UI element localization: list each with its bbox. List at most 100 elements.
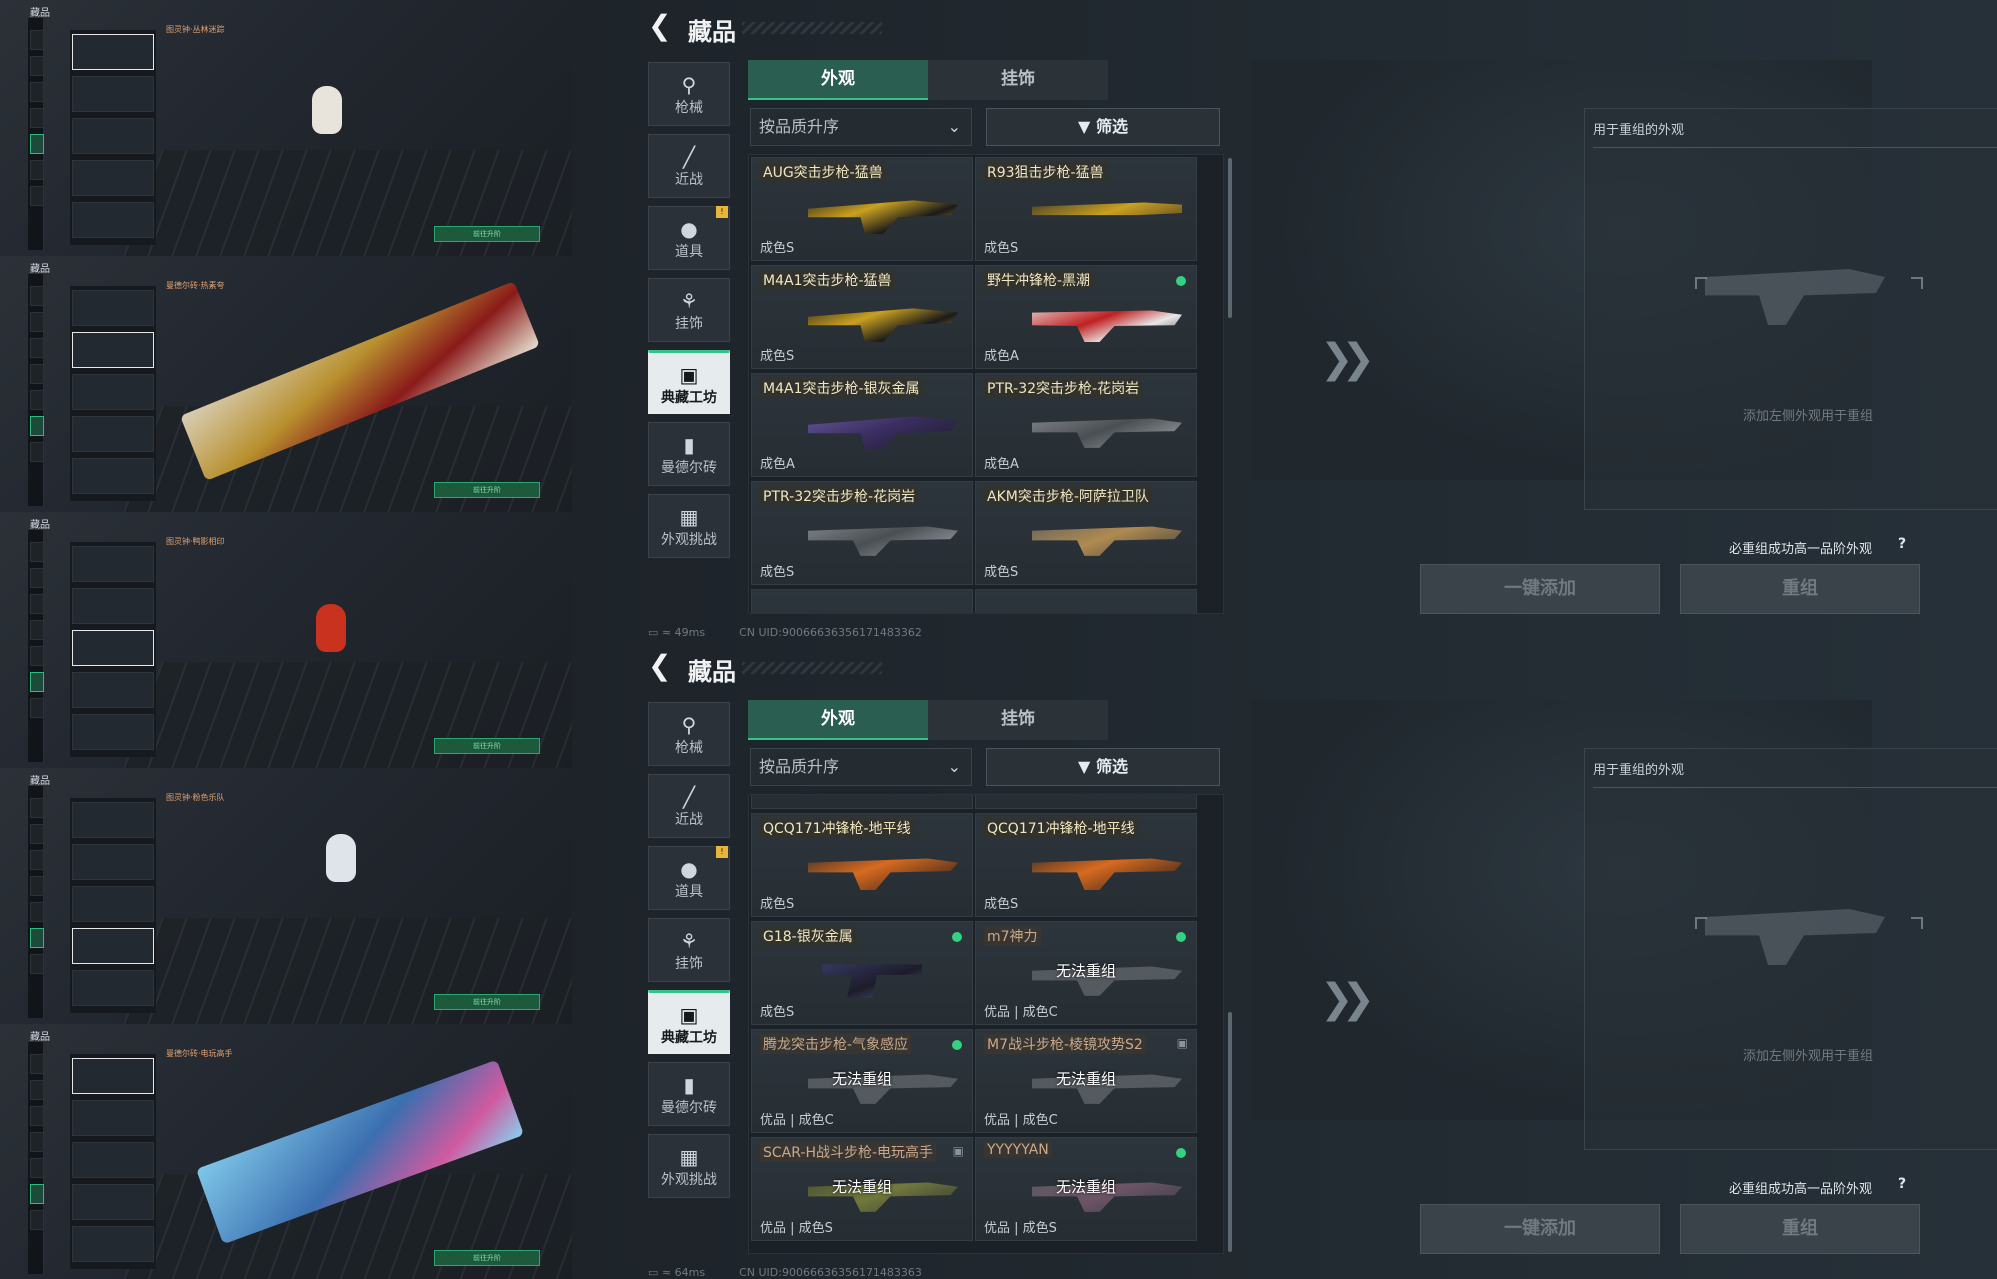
thumb-header: 藏品 [30,776,50,787]
skin-card[interactable]: M7战斗步枪-棱镜攻势S2 ▣ 无法重组 优品 | 成色C [975,1029,1197,1133]
filter-button[interactable]: ▼ 筛选 [986,108,1220,146]
tab-appearance[interactable]: 外观 [748,700,928,740]
skin-card[interactable]: M4A1突击步枪-猛兽 成色S [751,265,973,369]
grenade-icon: ● [680,857,698,881]
notification-badge: ! [716,846,728,858]
skin-card[interactable]: SCAR-H战斗步枪-电玩高手 ▣ 无法重组 优品 | 成色S [751,1137,973,1241]
category-workshop[interactable]: ▣ 典藏工坊 [648,990,730,1054]
go-upgrade-button[interactable]: 前往升阶 [434,994,540,1010]
chevron-right-double-icon: ❯❯ [1320,976,1375,1022]
go-upgrade-button[interactable]: 前往升阶 [434,482,540,498]
skin-card[interactable] [975,795,1197,809]
filter-icon: ▼ [1078,117,1091,136]
recombine-panel[interactable]: 用于重组的外观 添加左侧外观用于重组 [1584,748,1997,1150]
recombine-header: 用于重组的外观 [1593,763,1685,778]
tab-charms[interactable]: 挂饰 [928,700,1108,740]
recombine-button[interactable]: 重组 [1680,564,1920,614]
placeholder-weapon-icon [1705,909,1885,965]
skin-card[interactable]: AUG突击步枪-猛兽 成色S [751,157,973,261]
sort-dropdown[interactable]: 按品质升序 ⌄ [750,748,972,786]
notification-badge: ! [716,206,728,218]
charm-figure [312,86,342,134]
recombine-hint: 必重组成功高一品阶外观 [1729,542,1873,557]
go-upgrade-button[interactable]: 前往升阶 [434,1250,540,1266]
category-melee[interactable]: ╱ 近战 [648,134,730,198]
recombine-button[interactable]: 重组 [1680,1204,1920,1254]
skin-card[interactable]: PTR-32突击步枪-花岗岩 成色A [975,373,1197,477]
pistol-icon: ⚲ [681,713,697,737]
pistol-icon: ⚲ [681,73,697,97]
skin-card[interactable]: 腾龙突击步枪-气象感应 无法重组 优品 | 成色C [751,1029,973,1133]
page-title: 藏品 [688,658,736,686]
category-charms[interactable]: ⚘ 挂饰 [648,278,730,342]
category-charms[interactable]: ⚘ 挂饰 [648,918,730,982]
thumbnail-1[interactable]: 藏品 图灵钟·丛林迷踪 前往升阶 [0,0,572,256]
skin-card[interactable]: QCQ171冲锋枪-地平线 成色S [975,813,1197,917]
category-skin-challenge[interactable]: ▦ 外观挑战 [648,1134,730,1198]
status-dot [952,932,962,942]
category-workshop[interactable]: ▣ 典藏工坊 [648,350,730,414]
weapon-image [808,200,958,234]
workshop-icon: ▣ [679,1003,699,1027]
grenade-icon: ● [680,217,698,241]
thumbnail-5[interactable]: 藏品 曼德尔砖·电玩高手 前往升阶 [0,1024,572,1279]
category-mandel-brick[interactable]: ▮ 曼德尔砖 [648,1062,730,1126]
lock-icon: ▣ [1176,1036,1188,1050]
tab-appearance[interactable]: 外观 [748,60,928,100]
skin-card[interactable]: R93狙击步枪-猛兽 成色S [975,157,1197,261]
back-arrow-icon[interactable]: ❮ [648,12,676,42]
grid-scrollbar[interactable] [1228,1012,1232,1252]
thumbnail-2[interactable]: 藏品 曼德尔砖·热素夸 前往升阶 [0,256,572,512]
chevron-down-icon: ⌄ [947,117,961,136]
weapon-image [1032,202,1182,216]
charm-icon: ⚘ [680,289,698,313]
category-guns[interactable]: ⚲ 枪械 [648,62,730,126]
status-bar: ▭ ≈ 64ms CN UID:9006663635617148336​3 [648,1266,922,1279]
help-icon[interactable]: ? [1898,1176,1906,1192]
skin-card[interactable]: G18-银灰金属 成色S [751,921,973,1025]
back-arrow-icon[interactable]: ❮ [648,652,676,682]
skin-card[interactable] [751,589,973,613]
skin-grid: AUG突击步枪-猛兽 成色S R93狙击步枪-猛兽 成色S M4A1突击步枪-猛兽成… [748,154,1224,614]
help-icon[interactable]: ? [1898,536,1906,552]
skin-card[interactable] [751,795,973,809]
go-upgrade-button[interactable]: 前往升阶 [434,738,540,754]
category-mandel-brick[interactable]: ▮ 曼德尔砖 [648,422,730,486]
skin-card[interactable]: YYYYYAN 无法重组 优品 | 成色S [975,1137,1197,1241]
status-dot [1176,276,1186,286]
wifi-icon: ≈ [661,1266,672,1279]
weapon-image [808,308,958,342]
brick-icon: ▮ [683,1073,695,1097]
go-upgrade-button[interactable]: 前往升阶 [434,226,540,242]
skin-card[interactable]: M4A1突击步枪-银灰金属 成色A [751,373,973,477]
category-guns[interactable]: ⚲ 枪械 [648,702,730,766]
skin-card[interactable]: m7神力 无法重组 优品 | 成色C [975,921,1197,1025]
tab-charms[interactable]: 挂饰 [928,60,1108,100]
add-all-button[interactable]: 一键添加 [1420,1204,1660,1254]
grid-scrollbar[interactable] [1228,158,1232,318]
skin-card[interactable]: AKM突击步枪-阿萨拉卫队 成色S [975,481,1197,585]
add-all-button[interactable]: 一键添加 [1420,564,1660,614]
thumbnail-4[interactable]: 藏品 图灵钟·粉色乐队 前往升阶 [0,768,572,1024]
charm-figure [316,604,346,652]
status-dot [1176,1148,1186,1158]
charm-figure [326,834,356,882]
filter-button[interactable]: ▼ 筛选 [986,748,1220,786]
skin-grid: QCQ171冲锋枪-地平线 成色S QCQ171冲锋枪-地平线 成色S G18-银灰… [748,794,1224,1254]
workshop-icon: ▣ [679,363,699,387]
charm-icon: ⚘ [680,929,698,953]
category-melee[interactable]: ╱ 近战 [648,774,730,838]
sort-dropdown[interactable]: 按品质升序 ⌄ [750,108,972,146]
thumb-header: 藏品 [30,1032,50,1043]
brick-icon: ▮ [683,433,695,457]
category-skin-challenge[interactable]: ▦ 外观挑战 [648,494,730,558]
chevron-right-double-icon: ❯❯ [1320,336,1375,382]
thumbnail-3[interactable]: 藏品 图灵钟·鸭影相印 前往升阶 [0,512,572,768]
challenge-icon: ▦ [679,1145,699,1169]
skin-card[interactable]: 野牛冲锋枪-黑潮 成色A [975,265,1197,369]
recombine-panel[interactable]: 用于重组的外观 添加左侧外观用于重组 [1584,108,1997,510]
skin-card[interactable] [975,589,1197,613]
collection-screen-1: ❮ 藏品 ⚲ 枪械 ╱ 近战 ● 道具 ! ⚘ 挂饰 ▣ 典藏工坊 ▮ 曼德尔砖 ▦ 外观挑战… [572,0,1997,640]
skin-card[interactable]: QCQ171冲锋枪-地平线 成色S [751,813,973,917]
skin-card[interactable]: PTR-32突击步枪-花岗岩 成色S [751,481,973,585]
